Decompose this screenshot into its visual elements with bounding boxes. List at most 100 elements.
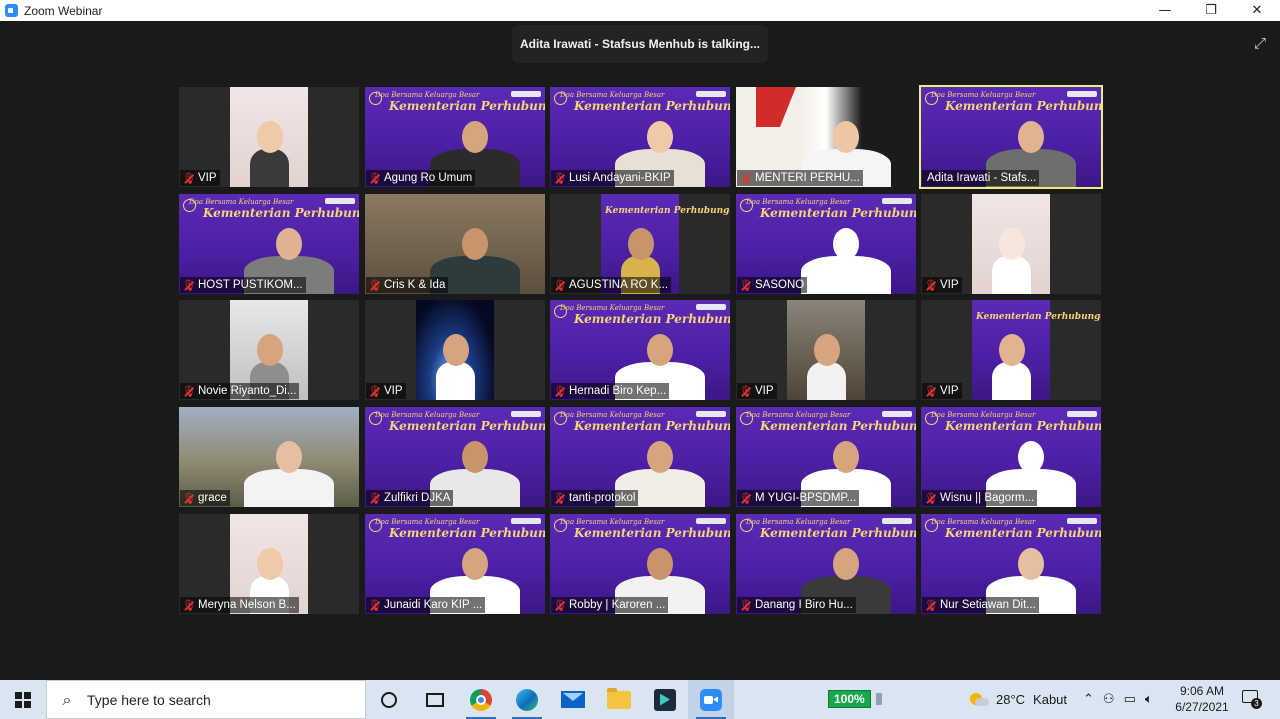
participant-name-bar: 🎙︎ MENTERI PERHU... (737, 170, 863, 186)
clock-time: 9:06 AM (1179, 684, 1225, 698)
partner-logo-icon (1067, 91, 1097, 97)
gallery-grid: 🎙︎ VIP Doa Bersama Keluarga Besar Kementeri… (179, 85, 1103, 617)
mic-muted-icon: 🎙︎ (182, 491, 196, 505)
participant-tile[interactable]: Doa Bersama Keluarga Besar Kementerian Pe… (736, 514, 916, 614)
participant-video (230, 87, 308, 187)
participant-tile[interactable]: Doa Bersama Keluarga Besar Kementerian Pe… (921, 407, 1101, 507)
background-banner-subtitle: Doa Bersama Keluarga Besar (931, 91, 1036, 99)
weather-condition: Kabut (1033, 692, 1068, 707)
mic-muted-icon: 🎙︎ (553, 598, 567, 612)
zoom-icon (700, 688, 722, 711)
network-icon[interactable]: ▭ (1124, 692, 1136, 707)
task-view-button[interactable] (412, 680, 458, 719)
participant-tile[interactable]: 🎙︎ grace (179, 407, 359, 507)
mic-muted-icon: 🎙︎ (182, 171, 196, 185)
title-bar: Zoom Webinar — ❐ ✕ (0, 0, 1280, 21)
participant-tile[interactable]: Doa Bersama Keluarga Besar Kementerian Pe… (365, 407, 545, 507)
participant-name: M YUGI-BPSDMP... (755, 492, 857, 504)
participant-name: VIP (940, 385, 959, 397)
fullscreen-icon[interactable]: ⤢ (1250, 33, 1270, 53)
partner-logo-icon (325, 198, 355, 204)
partner-logo-icon (882, 518, 912, 524)
participant-tile[interactable]: 🎙︎ Cris K & Ida (365, 194, 545, 294)
chevron-up-icon[interactable]: ⌃ (1083, 692, 1094, 707)
background-banner-subtitle: Doa Bersama Keluarga Besar (375, 91, 480, 99)
participant-name: Cris K & Ida (384, 279, 446, 291)
restore-button[interactable]: ❐ (1188, 0, 1234, 21)
participant-silhouette (992, 320, 1031, 400)
notification-count: 3 (1251, 698, 1262, 709)
participant-name-bar: 🎙︎ Lusi Andayani-BKIP (551, 170, 674, 186)
clock-date: 6/27/2021 (1175, 700, 1229, 714)
participant-name-bar: 🎙︎ grace (180, 490, 230, 506)
zoom-taskbar-button[interactable] (688, 680, 734, 719)
participant-tile[interactable]: Kementerian Perhubungan 🎙︎ VIP (921, 300, 1101, 400)
mail-button[interactable] (550, 680, 596, 719)
participant-name-bar: 🎙︎ VIP (366, 383, 406, 399)
notification-center-button[interactable]: 3 (1240, 688, 1262, 710)
participant-name-bar: 🎙︎ VIP (180, 170, 220, 186)
background-banner-subtitle: Doa Bersama Keluarga Besar (560, 518, 665, 526)
participant-name-bar: 🎙︎ Novie Riyanto_Di... (180, 383, 300, 399)
participant-name: Zulfikri DJKA (384, 492, 451, 504)
file-explorer-button[interactable] (596, 680, 642, 719)
participant-tile[interactable]: 🎙︎ MENTERI PERHU... (736, 87, 916, 187)
participant-tile[interactable]: 🎙︎ VIP (179, 87, 359, 187)
mic-muted-icon: 🎙︎ (553, 384, 567, 398)
edge-button[interactable] (504, 680, 550, 719)
participant-name-bar: 🎙︎ Robby | Karoren ... (551, 597, 669, 613)
close-button[interactable]: ✕ (1234, 0, 1280, 21)
participant-tile[interactable]: Doa Bersama Keluarga Besar Kementerian Pe… (736, 194, 916, 294)
participant-tile[interactable]: Doa Bersama Keluarga Besar Kementerian Pe… (736, 407, 916, 507)
participant-name-bar: 🎙︎ Wisnu || Bagorm... (922, 490, 1038, 506)
minimize-button[interactable]: — (1142, 0, 1188, 21)
participant-tile[interactable]: Kementerian Perhubungan 🎙︎ AGUSTINA RO K..… (550, 194, 730, 294)
window-controls: — ❐ ✕ (1142, 0, 1280, 21)
participant-tile[interactable]: Doa Bersama Keluarga Besar Kementerian Pe… (919, 85, 1103, 189)
cortana-button[interactable] (366, 680, 412, 719)
participant-name: Danang I Biro Hu... (755, 599, 853, 611)
taskbar-clock[interactable]: 9:06 AM 6/27/2021 (1168, 683, 1236, 715)
windows-logo-icon (15, 691, 31, 708)
search-placeholder: Type here to search (87, 691, 211, 708)
background-banner-subtitle: Doa Bersama Keluarga Besar (931, 411, 1036, 419)
people-icon[interactable]: ⚇ (1103, 692, 1115, 707)
participant-tile[interactable]: Doa Bersama Keluarga Besar Kementerian Pe… (365, 514, 545, 614)
participant-tile[interactable]: Doa Bersama Keluarga Besar Kementerian Pe… (179, 194, 359, 294)
background-banner-subtitle: Doa Bersama Keluarga Besar (746, 198, 851, 206)
weather-temp: 28°C (996, 692, 1026, 707)
participant-tile[interactable]: Doa Bersama Keluarga Besar Kementerian Pe… (550, 407, 730, 507)
participant-tile[interactable]: 🎙︎ VIP (736, 300, 916, 400)
participant-tile[interactable]: Doa Bersama Keluarga Besar Kementerian Pe… (550, 87, 730, 187)
background-banner-subtitle: Doa Bersama Keluarga Besar (560, 411, 665, 419)
participant-name-bar: 🎙︎ Hernadi Biro Kep... (551, 383, 670, 399)
background-banner-subtitle: Doa Bersama Keluarga Besar (746, 411, 851, 419)
battery-indicator[interactable]: 100% (828, 690, 882, 708)
participant-tile[interactable]: Doa Bersama Keluarga Besar Kementerian Pe… (550, 514, 730, 614)
mic-muted-icon: 🎙︎ (924, 598, 938, 612)
participant-silhouette (807, 320, 846, 400)
participant-tile[interactable]: 🎙︎ Novie Riyanto_Di... (179, 300, 359, 400)
volume-icon[interactable]: 🔈︎ (1145, 692, 1153, 707)
participant-tile[interactable]: Doa Bersama Keluarga Besar Kementerian Pe… (921, 514, 1101, 614)
participant-tile[interactable]: Doa Bersama Keluarga Besar Kementerian Pe… (550, 300, 730, 400)
participant-tile[interactable]: 🎙︎ Meryna Nelson B... (179, 514, 359, 614)
partner-logo-icon (511, 91, 541, 97)
participant-tile[interactable]: 🎙︎ VIP (365, 300, 545, 400)
partner-logo-icon (882, 411, 912, 417)
partner-logo-icon (511, 518, 541, 524)
app-button[interactable] (642, 680, 688, 719)
background-banner-subtitle: Doa Bersama Keluarga Besar (931, 518, 1036, 526)
weather-widget[interactable]: 28°C Kabut (970, 680, 1067, 719)
participant-tile[interactable]: Doa Bersama Keluarga Besar Kementerian Pe… (365, 87, 545, 187)
participant-name: Lusi Andayani-BKIP (569, 172, 671, 184)
chrome-button[interactable] (458, 680, 504, 719)
taskbar-search[interactable]: ⌕ Type here to search (46, 680, 366, 719)
mic-muted-icon: 🎙︎ (553, 171, 567, 185)
plug-icon (875, 693, 882, 705)
partly-cloudy-icon (970, 692, 989, 707)
cortana-icon (381, 691, 397, 708)
participant-tile[interactable]: 🎙︎ VIP (921, 194, 1101, 294)
background-banner-subtitle: Doa Bersama Keluarga Besar (560, 304, 665, 312)
start-button[interactable] (0, 680, 46, 719)
